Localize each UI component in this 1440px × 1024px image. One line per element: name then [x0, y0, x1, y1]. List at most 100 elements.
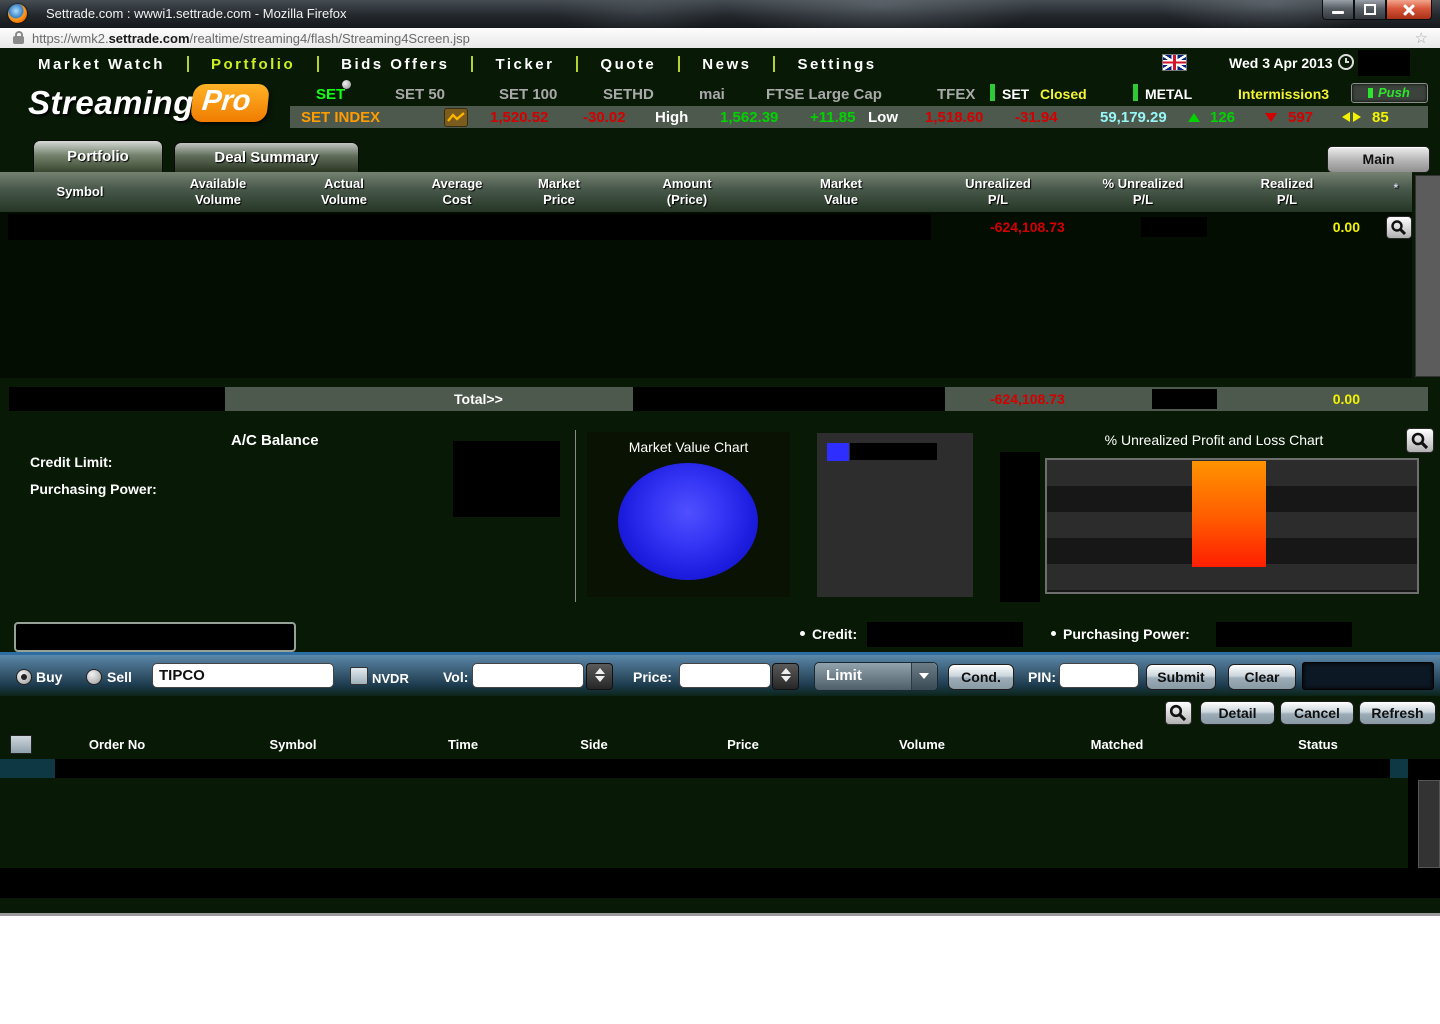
- nav-ticker[interactable]: Ticker: [473, 56, 576, 73]
- submit-button[interactable]: Submit: [1146, 664, 1216, 690]
- metal-status-label: METAL: [1145, 86, 1193, 102]
- index-tab-tfex[interactable]: TFEX: [937, 86, 975, 103]
- uk-flag-icon[interactable]: [1162, 54, 1187, 71]
- row-search-button[interactable]: [1386, 216, 1412, 239]
- tab-deal-summary[interactable]: Deal Summary: [174, 142, 359, 172]
- nvdr-label: NVDR: [372, 671, 409, 686]
- low-label: Low: [868, 109, 898, 126]
- order-search-button[interactable]: [1165, 701, 1192, 725]
- col-realized-pl: Realized P/L: [1260, 176, 1314, 207]
- total-row-segment: Total>>: [225, 387, 633, 411]
- screen: Settrade.com : wwwi1.settrade.com - Mozi…: [0, 0, 1440, 1024]
- nav-market-watch[interactable]: Market Watch: [38, 56, 187, 73]
- chevron-down-icon: [911, 663, 937, 690]
- index-tab-set100[interactable]: SET 100: [499, 86, 557, 103]
- row-realized-pl: 0.00: [1332, 219, 1360, 235]
- window-controls: [1322, 0, 1432, 20]
- push-button[interactable]: Push: [1351, 83, 1428, 103]
- portfolio-table-header: Symbol Available Volume Actual Volume Av…: [0, 172, 1412, 213]
- redacted-value: [55, 759, 1390, 778]
- ac-balance-title: A/C Balance: [231, 432, 319, 449]
- nav-settings[interactable]: Settings: [775, 56, 898, 73]
- index-name: SET INDEX: [301, 109, 381, 126]
- mini-chart-icon[interactable]: [444, 108, 468, 127]
- unchanged-left-icon: [1342, 112, 1350, 122]
- metal-status-indicator: [1133, 84, 1138, 101]
- pie-legend-panel: [817, 433, 973, 597]
- vol-input[interactable]: [472, 663, 584, 688]
- advances-up-icon: [1188, 113, 1200, 122]
- row-unrealized-pl: -624,108.73: [990, 219, 1065, 235]
- close-button[interactable]: [1386, 0, 1432, 20]
- pl-chart-zoom-button[interactable]: [1406, 428, 1434, 453]
- streaming-pro-logo: Streaming Pro: [28, 80, 351, 122]
- total-label: Total>>: [454, 391, 503, 407]
- section-divider: [575, 430, 576, 602]
- refresh-button[interactable]: Refresh: [1359, 701, 1436, 725]
- nav-quote[interactable]: Quote: [578, 56, 678, 73]
- symbol-input[interactable]: [152, 663, 334, 688]
- pin-label: PIN:: [1028, 669, 1056, 685]
- high-value: 1,562.39: [720, 109, 779, 126]
- redacted-value: [850, 443, 937, 460]
- push-label: Push: [1378, 85, 1410, 100]
- nav-bids-offers[interactable]: Bids Offers: [319, 56, 471, 73]
- low-change: -31.94: [1015, 109, 1058, 126]
- col-flag: *: [1393, 181, 1399, 195]
- credit-limit-label: Credit Limit:: [30, 454, 113, 470]
- account-select[interactable]: [14, 622, 296, 652]
- clear-button[interactable]: Clear: [1228, 664, 1296, 690]
- index-tab-mai[interactable]: mai: [699, 86, 725, 103]
- logo-pro-badge: Pro: [189, 84, 271, 122]
- nav-news[interactable]: News: [680, 56, 773, 73]
- vol-stepper[interactable]: [586, 663, 613, 690]
- bookmark-star-icon[interactable]: ☆: [1415, 29, 1428, 47]
- redacted-value: [1000, 452, 1040, 602]
- app-bottom-edge: [0, 913, 1440, 916]
- url-text[interactable]: https://wmk2.settrade.com/realtime/strea…: [32, 31, 470, 46]
- price-stepper[interactable]: [772, 663, 799, 690]
- col-actual-volume: Actual Volume: [321, 176, 367, 207]
- logo-streaming-text: Streaming: [28, 84, 194, 121]
- total-unrealized-pl: -624,108.73: [990, 391, 1065, 407]
- redacted-value: [633, 387, 945, 411]
- orders-scrollbar-thumb[interactable]: [1418, 780, 1440, 868]
- index-tab-set50[interactable]: SET 50: [395, 86, 445, 103]
- index-tab-set[interactable]: SET: [316, 86, 345, 103]
- market-value-chart-title: Market Value Chart: [628, 439, 749, 455]
- order-status-box: [1302, 662, 1434, 690]
- sell-radio[interactable]: [86, 669, 102, 685]
- price-input[interactable]: [679, 663, 771, 688]
- declines-down-icon: [1265, 113, 1277, 122]
- nav-portfolio[interactable]: Portfolio: [189, 56, 317, 73]
- bullet-icon: [1051, 631, 1056, 636]
- main-button[interactable]: Main: [1327, 146, 1430, 173]
- ocol-symbol: Symbol: [269, 737, 317, 752]
- buy-radio[interactable]: [16, 669, 32, 685]
- unchanged-right-icon: [1353, 112, 1361, 122]
- url-bar[interactable]: https://wmk2.settrade.com/realtime/strea…: [0, 28, 1440, 74]
- market-turnover: 59,179.29: [1100, 109, 1167, 126]
- select-all-checkbox[interactable]: [10, 735, 32, 754]
- order-type-dropdown[interactable]: Limit: [814, 662, 938, 691]
- cond-button[interactable]: Cond.: [948, 664, 1014, 690]
- pin-input[interactable]: [1059, 663, 1139, 688]
- ocol-side: Side: [580, 737, 608, 752]
- index-tab-ftse[interactable]: FTSE Large Cap: [766, 86, 882, 103]
- redacted-value: [1216, 622, 1352, 647]
- tab-portfolio[interactable]: Portfolio: [33, 140, 163, 172]
- portfolio-scrollbar[interactable]: [1415, 175, 1440, 377]
- url-path: /realtime/streaming4/flash/Streaming4Scr…: [189, 31, 470, 46]
- cancel-button[interactable]: Cancel: [1280, 701, 1354, 725]
- nvdr-checkbox[interactable]: [350, 667, 368, 685]
- set-status-indicator: [990, 84, 995, 101]
- window-title: Settrade.com : wwwi1.settrade.com - Mozi…: [46, 6, 347, 21]
- restore-button[interactable]: [1354, 0, 1386, 20]
- order-type-value: Limit: [826, 667, 862, 684]
- main-nav: Market Watch Portfolio Bids Offers Ticke…: [38, 52, 899, 76]
- index-tab-sethd[interactable]: SETHD: [603, 86, 654, 103]
- minimize-button[interactable]: [1322, 0, 1354, 20]
- detail-button[interactable]: Detail: [1200, 701, 1275, 725]
- date-label: Wed 3 Apr 2013: [1229, 55, 1333, 71]
- pl-bar: [1192, 461, 1266, 567]
